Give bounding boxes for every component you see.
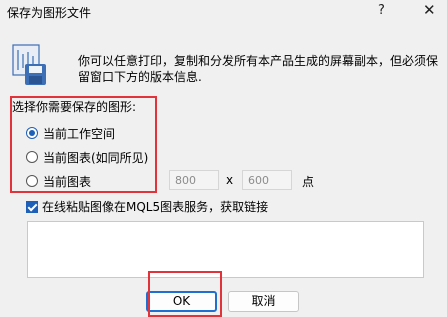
link-textbox[interactable]: [27, 221, 424, 278]
capture-group-label: 选择你需要保存的图形:: [12, 100, 137, 114]
publish-checkbox-row[interactable]: 在线粘贴图像在MQL5图表服务，获取链接: [26, 198, 268, 215]
radio-label: 当前工作空间: [43, 126, 116, 141]
radio-button-checked[interactable]: [26, 127, 38, 139]
width-input[interactable]: 800: [169, 170, 219, 190]
title-bar: 保存为图形文件 ? ✕: [0, 0, 447, 26]
radio-button[interactable]: [26, 175, 38, 187]
publish-checkbox[interactable]: [26, 200, 38, 213]
size-separator: x: [226, 173, 234, 187]
publish-label: 在线粘贴图像在MQL5图表服务，获取链接: [42, 200, 269, 214]
ok-button[interactable]: OK: [146, 291, 217, 312]
radio-button[interactable]: [26, 151, 38, 163]
close-button[interactable]: ✕: [423, 1, 436, 19]
radio-option-chart-as-is[interactable]: 当前图表(如同所见): [26, 148, 148, 166]
intro-text: 你可以任意打印，复制和分发所有本产品生成的屏幕副本，但必须保留窗口下方的版本信息…: [78, 54, 439, 84]
radio-label: 当前图表(如同所见): [43, 150, 149, 165]
radio-option-workspace[interactable]: 当前工作空间: [26, 124, 115, 142]
help-button[interactable]: ?: [378, 3, 385, 18]
radio-option-chart[interactable]: 当前图表: [26, 172, 91, 190]
size-unit-label: 点: [302, 175, 315, 189]
height-input[interactable]: 600: [242, 170, 292, 190]
dialog-title: 保存为图形文件: [7, 6, 92, 20]
cancel-button[interactable]: 取消: [228, 291, 299, 312]
radio-label: 当前图表: [43, 174, 92, 189]
chart-floppy-icon: [12, 44, 46, 85]
